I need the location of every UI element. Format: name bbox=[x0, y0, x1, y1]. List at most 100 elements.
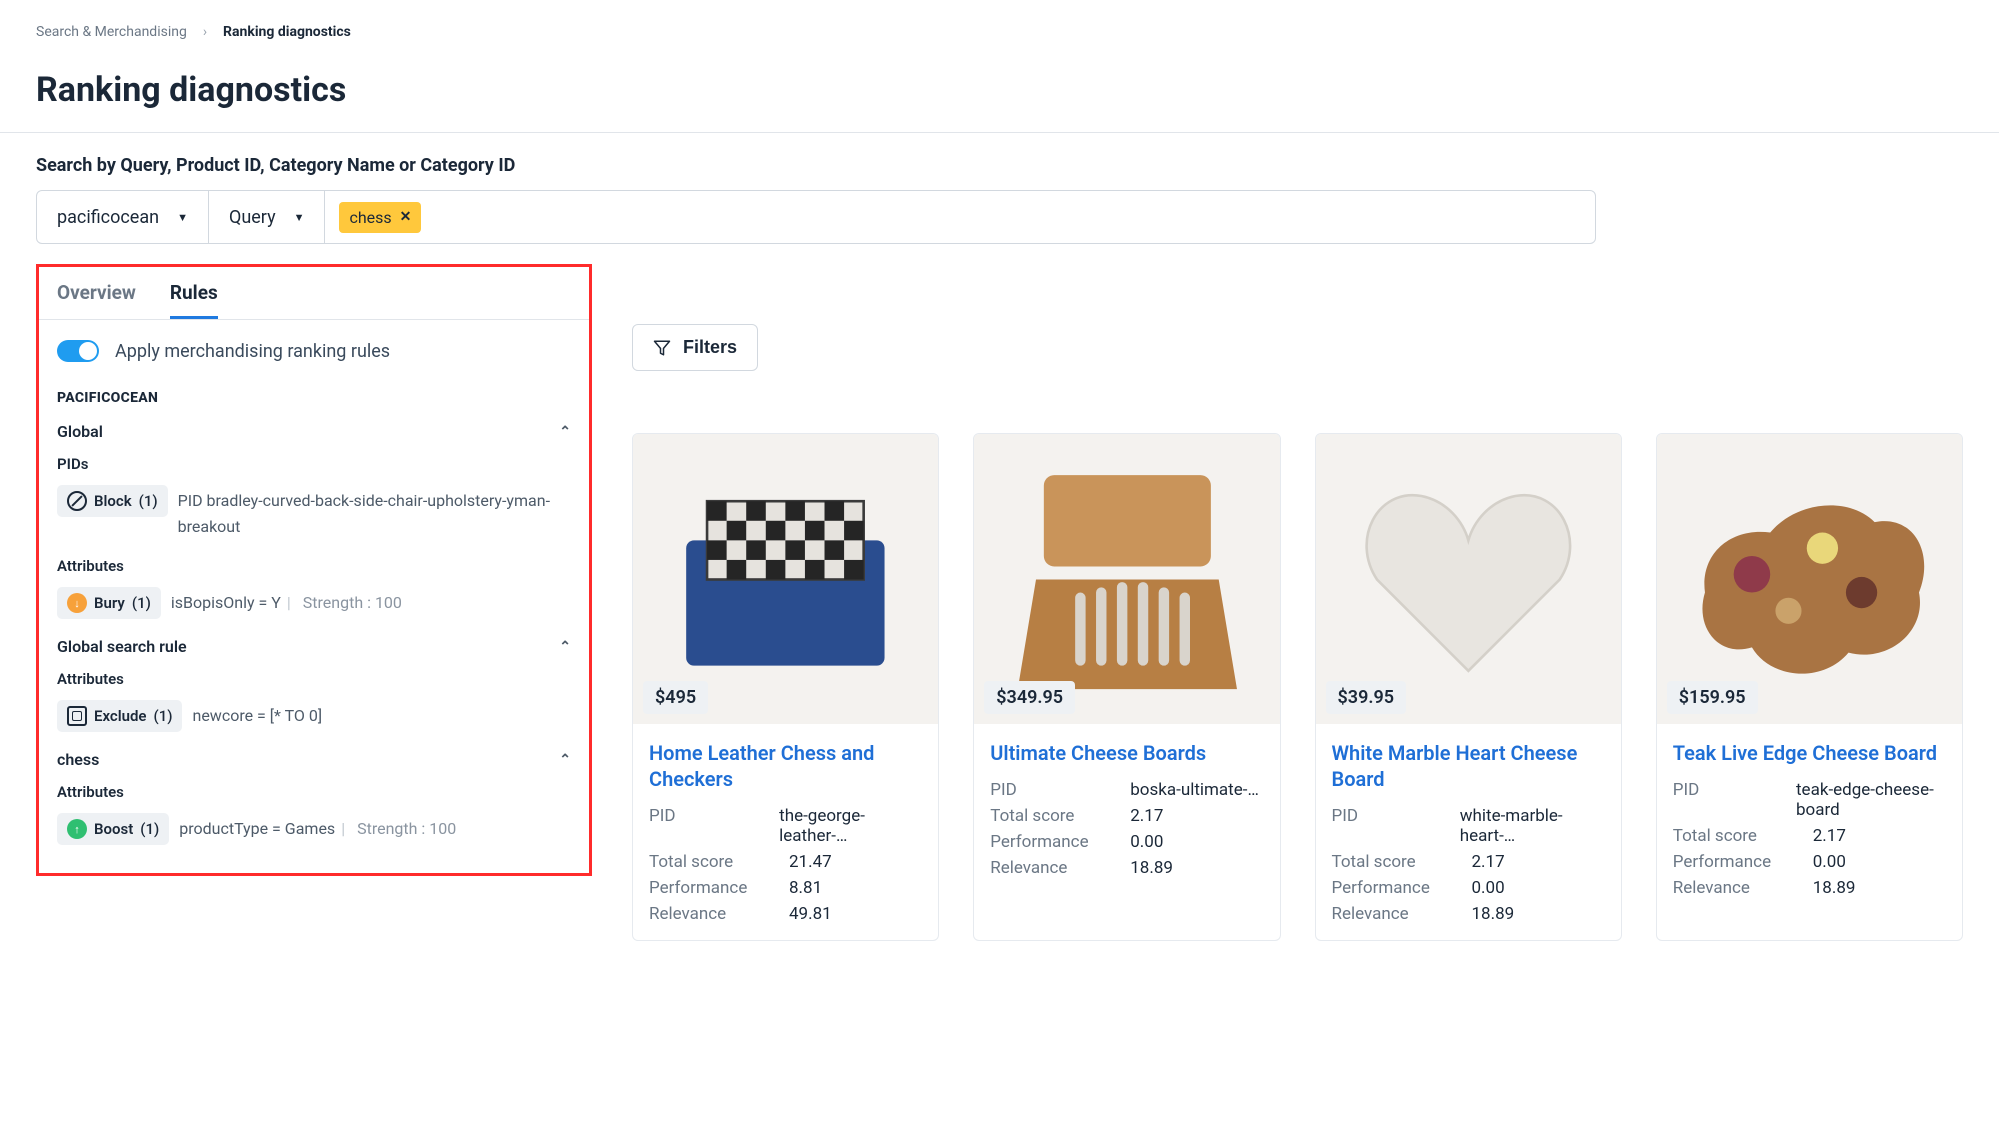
stat-label: PID bbox=[1332, 806, 1460, 846]
stat-value: 0.00 bbox=[1813, 852, 1846, 872]
rule-group-global-search[interactable]: Global search rule ⌃ bbox=[57, 637, 571, 656]
price-tag: $159.95 bbox=[1667, 681, 1758, 714]
close-icon[interactable]: ✕ bbox=[400, 209, 412, 225]
exclude-badge[interactable]: Exclude (1) bbox=[57, 700, 182, 732]
product-image-placeholder bbox=[648, 449, 923, 710]
stat-label: Performance bbox=[1673, 852, 1813, 872]
product-image: $495 bbox=[633, 434, 938, 724]
stat-value: teak-edge-cheese-board bbox=[1796, 780, 1946, 820]
product-card: $495 Home Leather Chess and Checkers PID… bbox=[632, 433, 939, 941]
boost-badge-count: (1) bbox=[140, 820, 159, 838]
stat-label: Total score bbox=[990, 806, 1130, 826]
chevron-down-icon: ▼ bbox=[294, 211, 305, 224]
filter-icon bbox=[653, 339, 671, 357]
product-title[interactable]: Home Leather Chess and Checkers bbox=[649, 740, 922, 792]
stat-label: PID bbox=[649, 806, 779, 846]
product-title[interactable]: Ultimate Cheese Boards bbox=[990, 740, 1263, 766]
stat-label: Total score bbox=[1673, 826, 1813, 846]
price-tag: $39.95 bbox=[1326, 681, 1407, 714]
rule-exclude: Exclude (1) newcore = [* TO 0] bbox=[57, 700, 571, 732]
page-title: Ranking diagnostics bbox=[36, 70, 1963, 110]
stat-label: Performance bbox=[649, 878, 789, 898]
product-image-placeholder bbox=[1331, 449, 1606, 710]
boost-condition: productType = Games|Strength : 100 bbox=[179, 813, 456, 842]
breadcrumb-parent[interactable]: Search & Merchandising bbox=[36, 24, 187, 40]
product-title[interactable]: White Marble Heart Cheese Board bbox=[1332, 740, 1605, 792]
filters-button-label: Filters bbox=[683, 337, 737, 358]
account-selector-value: pacificocean bbox=[57, 207, 159, 228]
rule-group-chess[interactable]: chess ⌃ bbox=[57, 750, 571, 769]
stat-value: 8.81 bbox=[789, 878, 822, 898]
bury-icon: ↓ bbox=[67, 593, 87, 613]
stat-value: 18.89 bbox=[1813, 878, 1856, 898]
stat-label: PID bbox=[990, 780, 1130, 800]
stat-label: Performance bbox=[1332, 878, 1472, 898]
rule-group-global[interactable]: Global ⌃ bbox=[57, 422, 571, 441]
product-grid: $495 Home Leather Chess and Checkers PID… bbox=[632, 433, 1963, 941]
rule-group-title: chess bbox=[57, 750, 99, 769]
product-card: $349.95 Ultimate Cheese Boards PIDboska-… bbox=[973, 433, 1280, 941]
stat-value: 0.00 bbox=[1472, 878, 1505, 898]
stat-value: the-george-leather-… bbox=[779, 806, 922, 846]
stat-value: 18.89 bbox=[1472, 904, 1515, 924]
block-icon bbox=[67, 491, 87, 511]
chevron-right-icon: › bbox=[203, 24, 207, 40]
exclude-badge-count: (1) bbox=[154, 707, 173, 725]
block-badge[interactable]: Block (1) bbox=[57, 485, 168, 517]
rule-group-title: Global search rule bbox=[57, 637, 187, 656]
stat-label: Relevance bbox=[1332, 904, 1472, 924]
product-title[interactable]: Teak Live Edge Cheese Board bbox=[1673, 740, 1946, 766]
stat-value: 49.81 bbox=[789, 904, 832, 924]
pids-label: PIDs bbox=[57, 455, 571, 473]
block-badge-label: Block bbox=[94, 492, 132, 510]
stat-value: 2.17 bbox=[1813, 826, 1846, 846]
rule-bury: ↓ Bury (1) isBopisOnly = Y|Strength : 10… bbox=[57, 587, 571, 619]
stat-label: Total score bbox=[649, 852, 789, 872]
stat-value: 2.17 bbox=[1130, 806, 1163, 826]
product-card: $159.95 Teak Live Edge Cheese Board PIDt… bbox=[1656, 433, 1963, 941]
stat-value: white-marble-heart-… bbox=[1460, 806, 1605, 846]
bury-badge-label: Bury bbox=[94, 594, 125, 612]
tab-rules[interactable]: Rules bbox=[170, 281, 218, 319]
stat-value: 2.17 bbox=[1472, 852, 1505, 872]
product-image-placeholder bbox=[990, 449, 1265, 710]
rule-boost: ↑ Boost (1) productType = Games|Strength… bbox=[57, 813, 571, 845]
stat-label: Total score bbox=[1332, 852, 1472, 872]
chevron-up-icon: ⌃ bbox=[559, 752, 571, 768]
account-section-header: PACIFICOCEAN bbox=[57, 390, 571, 406]
mode-selector[interactable]: Query ▼ bbox=[209, 191, 326, 243]
block-description: PID bradley-curved-back-side-chair-uphol… bbox=[178, 485, 571, 539]
bury-badge-count: (1) bbox=[132, 594, 151, 612]
stat-value: 21.47 bbox=[789, 852, 832, 872]
search-label: Search by Query, Product ID, Category Na… bbox=[36, 155, 1963, 176]
divider bbox=[0, 132, 1999, 133]
breadcrumb: Search & Merchandising › Ranking diagnos… bbox=[36, 24, 1963, 40]
bury-condition: isBopisOnly = Y|Strength : 100 bbox=[171, 587, 402, 616]
account-selector[interactable]: pacificocean ▼ bbox=[37, 191, 209, 243]
stat-label: Performance bbox=[990, 832, 1130, 852]
stat-value: 0.00 bbox=[1130, 832, 1163, 852]
breadcrumb-current: Ranking diagnostics bbox=[223, 24, 351, 40]
stat-label: PID bbox=[1673, 780, 1796, 820]
product-image-placeholder bbox=[1672, 449, 1947, 710]
query-chip-label: chess bbox=[349, 208, 391, 227]
mode-selector-value: Query bbox=[229, 207, 276, 228]
boost-badge[interactable]: ↑ Boost (1) bbox=[57, 813, 169, 845]
bury-badge[interactable]: ↓ Bury (1) bbox=[57, 587, 161, 619]
product-card: $39.95 White Marble Heart Cheese Board P… bbox=[1315, 433, 1622, 941]
results-area: Filters $495 Home Leather Chess and Che bbox=[632, 264, 1963, 941]
query-chip: chess ✕ bbox=[339, 202, 421, 233]
rule-block: Block (1) PID bradley-curved-back-side-c… bbox=[57, 485, 571, 539]
filters-button[interactable]: Filters bbox=[632, 324, 758, 371]
boost-badge-label: Boost bbox=[94, 820, 133, 838]
exclude-icon bbox=[67, 706, 87, 726]
chevron-up-icon: ⌃ bbox=[559, 424, 571, 440]
stat-value: boska-ultimate-… bbox=[1130, 780, 1259, 800]
price-tag: $495 bbox=[643, 681, 708, 714]
tab-overview[interactable]: Overview bbox=[57, 281, 136, 319]
query-chips-input[interactable]: chess ✕ bbox=[325, 191, 1595, 243]
chevron-up-icon: ⌃ bbox=[559, 639, 571, 655]
apply-rules-toggle[interactable] bbox=[57, 340, 99, 362]
stat-label: Relevance bbox=[990, 858, 1130, 878]
search-bar: pacificocean ▼ Query ▼ chess ✕ bbox=[36, 190, 1596, 244]
